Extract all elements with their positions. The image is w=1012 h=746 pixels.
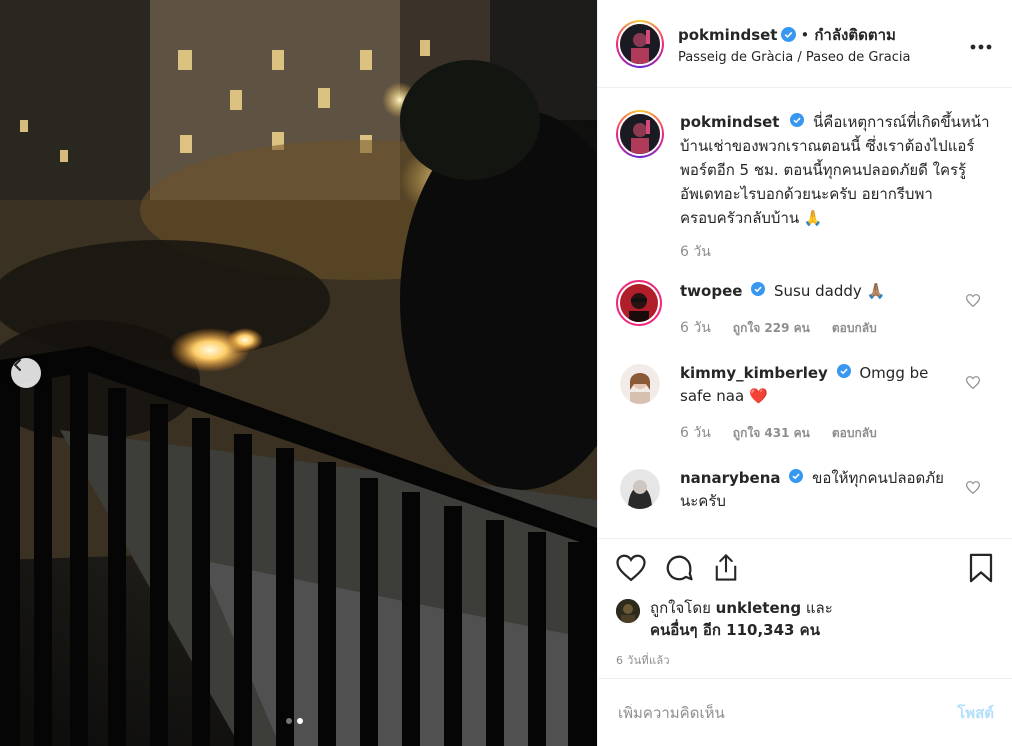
verified-badge-icon [781, 27, 797, 42]
caption-author-avatar[interactable] [616, 110, 664, 158]
header-separator: • [800, 25, 810, 44]
verified-badge-icon [790, 113, 805, 127]
chevron-left-icon [13, 359, 21, 371]
verified-badge-icon [836, 364, 851, 378]
heart-icon [616, 554, 646, 582]
liked-by: ถูกใจโดย unkleteng และ คนอื่นๆ อีก 110,3… [616, 597, 994, 641]
like-button[interactable] [616, 554, 646, 582]
comment-likes[interactable]: ถูกใจ 229 คน [733, 317, 810, 340]
carousel-dot-active [297, 718, 303, 724]
liked-by-and: และ [805, 599, 833, 617]
share-upload-icon [715, 553, 737, 581]
caption-username[interactable]: pokmindset [680, 113, 779, 131]
comment-button[interactable] [664, 553, 694, 583]
comment-bubble-icon [666, 555, 693, 581]
comment-time[interactable]: 6 วัน [680, 422, 711, 445]
author-username[interactable]: pokmindset [678, 26, 777, 44]
comment-likes[interactable]: ถูกใจ 431 คน [733, 422, 810, 445]
add-comment-bar: โพสต์ [598, 678, 1012, 746]
like-comment-heart-icon[interactable] [965, 292, 981, 311]
comment-input[interactable] [618, 703, 958, 722]
liker-avatar[interactable] [616, 599, 640, 623]
carousel-indicator [286, 718, 303, 724]
caption-time[interactable]: 6 วัน [680, 240, 994, 264]
liked-by-others[interactable]: คนอื่นๆ อีก 110,343 คน [650, 621, 820, 639]
liked-by-user[interactable]: unkleteng [716, 599, 801, 617]
commenter-avatar-image [620, 364, 660, 404]
following-button[interactable]: กำลังติดตาม [814, 23, 896, 47]
comment-username[interactable]: nanarybena [680, 469, 781, 487]
posted-ago[interactable]: 6 วันที่แล้ว [616, 651, 994, 669]
comment-item: twopee Susu daddy 🙏🏽 6 วัน ถูกใจ 229 คน … [616, 280, 994, 340]
post-caption: pokmindset นี่คือเหตุการณ์ที่เกิดขึ้นหน้… [616, 110, 994, 264]
comment-item: nanarybena ขอให้ทุกคนปลอดภัยนะครับ [616, 467, 994, 513]
verified-badge-icon [751, 282, 766, 296]
liked-by-prefix: ถูกใจโดย [650, 599, 711, 617]
comments-list[interactable]: pokmindset นี่คือเหตุการณ์ที่เกิดขึ้นหน้… [598, 88, 1012, 538]
post-media[interactable] [0, 0, 597, 746]
commenter-avatar[interactable] [618, 467, 662, 511]
author-avatar-image [620, 23, 660, 64]
previous-slide-button[interactable] [11, 358, 41, 388]
more-horizontal-icon [970, 44, 992, 50]
post-actions: ถูกใจโดย unkleteng และ คนอื่นๆ อีก 110,3… [598, 538, 1012, 678]
comment-item: kimmy_kimberley Omgg be safe naa ❤️ 6 วั… [616, 362, 994, 445]
bookmark-icon [969, 553, 993, 583]
commenter-avatar[interactable] [616, 280, 662, 326]
comment-username[interactable]: kimmy_kimberley [680, 364, 828, 382]
reply-button[interactable]: ตอบกลับ [832, 317, 877, 340]
more-options-button[interactable] [970, 31, 992, 56]
share-button[interactable] [712, 553, 740, 583]
comment-username[interactable]: twopee [680, 282, 742, 300]
post-sidebar: pokmindset • กำลังติดตาม Passeig de Gràc… [597, 0, 1012, 746]
post-header: pokmindset • กำลังติดตาม Passeig de Gràc… [598, 0, 1012, 88]
location-link[interactable]: Passeig de Gràcia / Paseo de Gracia [678, 50, 970, 65]
author-avatar[interactable] [616, 19, 664, 68]
caption-avatar-image [620, 114, 660, 154]
commenter-avatar-image [620, 469, 660, 509]
like-comment-heart-icon[interactable] [965, 374, 981, 393]
comment-text: Susu daddy 🙏🏽 [773, 282, 886, 300]
reply-button[interactable]: ตอบกลับ [832, 422, 877, 445]
instagram-post: pokmindset • กำลังติดตาม Passeig de Gràc… [0, 0, 1012, 746]
verified-badge-icon [789, 469, 804, 483]
commenter-avatar-image [620, 284, 658, 322]
commenter-avatar[interactable] [618, 362, 662, 406]
like-comment-heart-icon[interactable] [965, 479, 981, 498]
carousel-dot [286, 718, 292, 724]
save-button[interactable] [968, 553, 994, 583]
comment-time[interactable]: 6 วัน [680, 317, 711, 340]
post-comment-button[interactable]: โพสต์ [957, 701, 994, 725]
street-scene-image [0, 0, 597, 746]
